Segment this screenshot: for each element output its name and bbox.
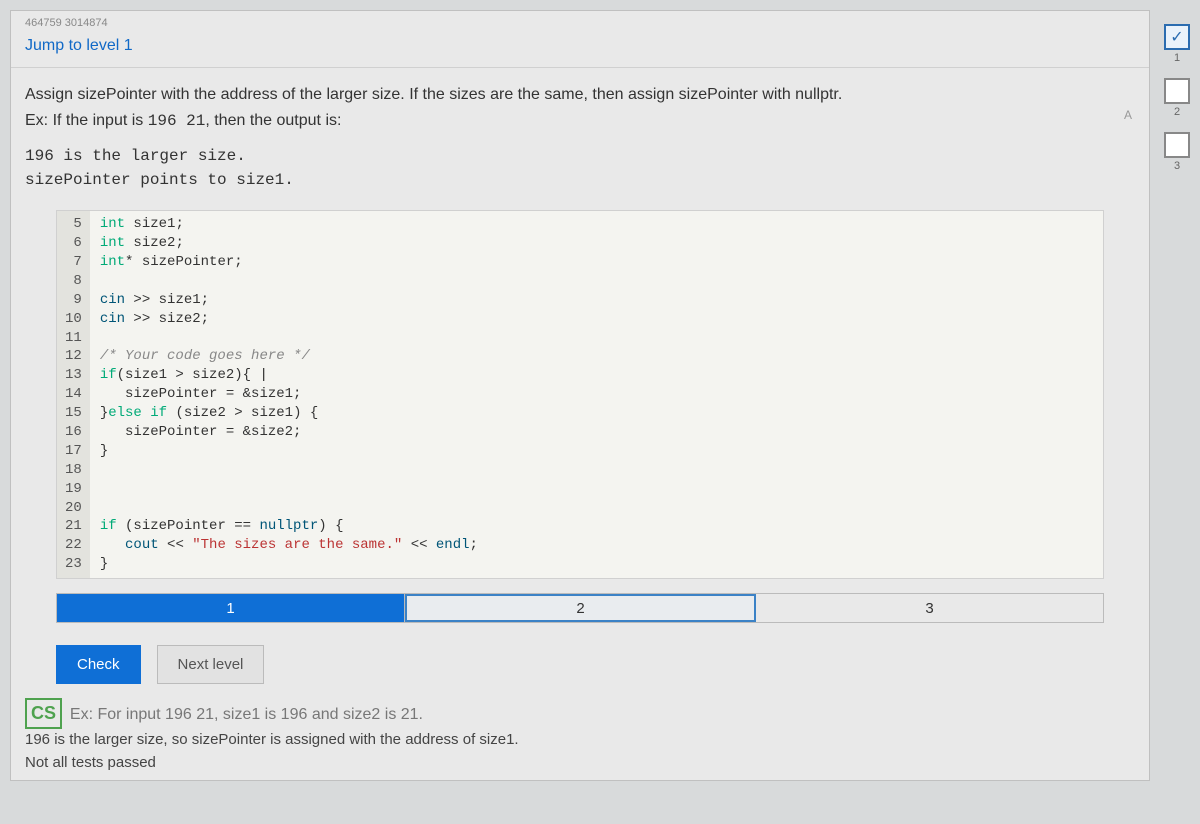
code-editor[interactable]: 5 6 7 8 9 10 11 12 13 14 15 16 17 18 19 …	[56, 210, 1104, 579]
side-progress: ✓ 1 2 3	[1162, 24, 1192, 172]
step-3[interactable]: 3	[756, 594, 1103, 622]
empty-box-icon	[1164, 132, 1190, 158]
prompt-ex-prefix: Ex: If the input is	[25, 112, 148, 129]
progress-badge-3[interactable]: 3	[1162, 132, 1192, 172]
expected-output: 196 is the larger size. sizePointer poin…	[11, 140, 1149, 206]
exercise-id: 464759 3014874	[11, 11, 1149, 31]
hint-explain: 196 is the larger size, so sizePointer i…	[25, 729, 1135, 752]
badge-num-2: 2	[1174, 106, 1180, 118]
text-size-icon[interactable]: A	[1124, 108, 1132, 122]
prompt-ex-suffix: , then the output is:	[205, 112, 341, 129]
output-line1: 196 is the larger size.	[25, 144, 1135, 168]
prompt-example: Ex: If the input is 196 21, then the out…	[25, 108, 1135, 135]
hint-notall: Not all tests passed	[25, 752, 1135, 775]
output-line2: sizePointer points to size1.	[25, 168, 1135, 192]
prompt-ex-input: 196 21	[148, 112, 206, 130]
step-1[interactable]: 1	[57, 594, 405, 622]
line-gutter: 5 6 7 8 9 10 11 12 13 14 15 16 17 18 19 …	[57, 211, 90, 578]
prompt-line1: Assign sizePointer with the address of t…	[25, 82, 1135, 108]
prompt: Assign sizePointer with the address of t…	[11, 68, 1149, 140]
jump-link[interactable]: Jump to level 1	[11, 31, 1149, 68]
cs-badge: CS	[25, 698, 62, 729]
hint-block: CS Ex: For input 196 21, size1 is 196 an…	[25, 698, 1135, 774]
progress-badge-1[interactable]: ✓ 1	[1162, 24, 1192, 64]
empty-box-icon	[1164, 78, 1190, 104]
check-button[interactable]: Check	[56, 645, 141, 684]
badge-num-1: 1	[1174, 52, 1180, 64]
check-icon: ✓	[1164, 24, 1190, 50]
next-level-button[interactable]: Next level	[157, 645, 265, 684]
step-2[interactable]: 2	[405, 594, 756, 622]
progress-badge-2[interactable]: 2	[1162, 78, 1192, 118]
badge-num-3: 3	[1174, 160, 1180, 172]
step-bar: 1 2 3	[56, 593, 1104, 623]
button-row: Check Next level	[56, 645, 1104, 684]
code-area[interactable]: int size1;int size2;int* sizePointer; ci…	[90, 211, 488, 578]
hint-title: Ex: For input 196 21, size1 is 196 and s…	[70, 706, 423, 723]
exercise-panel: 464759 3014874 Jump to level 1 Assign si…	[10, 10, 1150, 781]
